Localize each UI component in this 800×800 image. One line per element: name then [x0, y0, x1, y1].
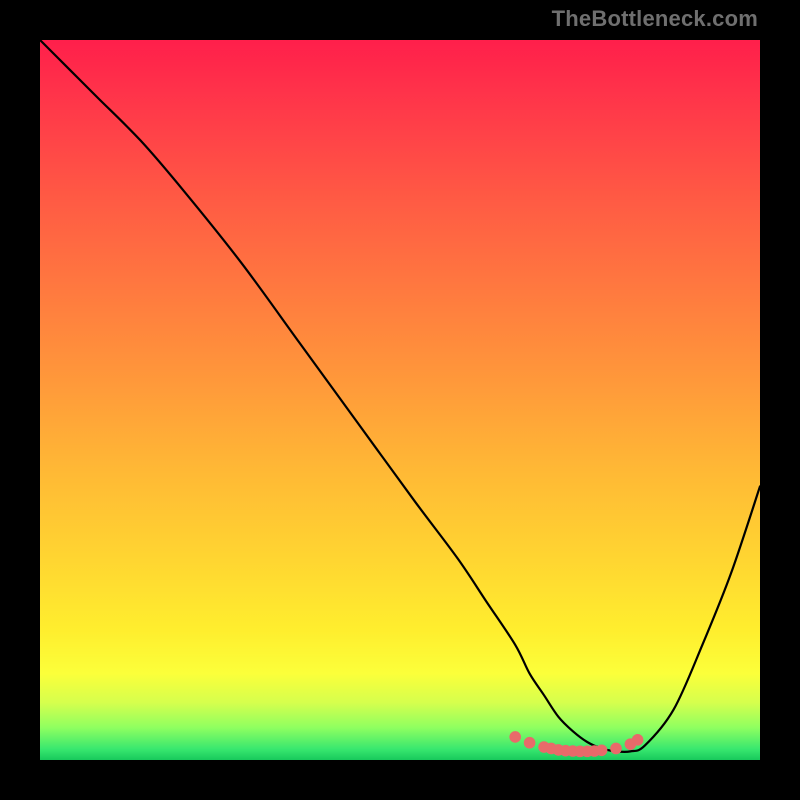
chart-frame: TheBottleneck.com	[0, 0, 800, 800]
curve-layer	[40, 40, 760, 760]
bottleneck-curve	[40, 40, 760, 752]
optimal-marker	[509, 731, 521, 743]
plot-area	[40, 40, 760, 760]
optimal-marker	[610, 743, 622, 755]
optimal-marker	[632, 734, 644, 746]
optimal-marker	[596, 744, 608, 756]
watermark-text: TheBottleneck.com	[552, 6, 758, 32]
optimal-marker	[524, 737, 536, 749]
